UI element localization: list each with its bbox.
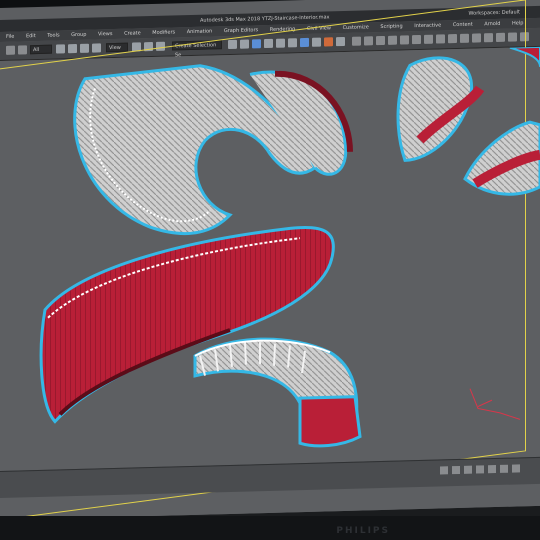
menu-item-file[interactable]: File	[6, 34, 14, 40]
window-title: Autodesk 3ds Max 2018 YTZJ-Staircase-Int…	[200, 14, 330, 24]
select-object-icon[interactable]	[56, 44, 65, 54]
menu-item-graph-editors[interactable]: Graph Editors	[224, 27, 258, 34]
menu-item-views[interactable]: Views	[98, 31, 112, 37]
scale-icon[interactable]	[92, 43, 101, 53]
lower-spiral-flight	[193, 337, 362, 448]
monitor-bottom-bezel: PHILIPS	[0, 516, 540, 540]
main-red-stair-band	[39, 226, 335, 424]
selection-filter-dropdown[interactable]: All	[30, 44, 52, 55]
screen: Autodesk 3ds Max 2018 YTZJ-Staircase-Int…	[0, 0, 540, 520]
menu-item-edit[interactable]: Edit	[26, 33, 36, 39]
move-icon[interactable]	[68, 43, 77, 54]
view-gizmo	[469, 388, 521, 420]
monitor-brand: PHILIPS	[336, 526, 390, 536]
reference-coordinate-dropdown[interactable]: View	[106, 42, 128, 53]
menu-item-group[interactable]: Group	[71, 32, 86, 38]
undo-icon[interactable]	[6, 45, 15, 55]
menu-item-tools[interactable]: Tools	[47, 32, 59, 38]
upper-spiral-flight	[73, 64, 353, 236]
perspective-viewport[interactable]	[0, 0, 540, 520]
staircase-model	[39, 46, 540, 448]
right-spiral-flights	[396, 46, 540, 196]
menu-item-animation[interactable]: Animation	[187, 28, 213, 35]
menu-item-modifiers[interactable]: Modifiers	[152, 29, 175, 36]
redo-icon[interactable]	[18, 45, 27, 55]
menu-item-create[interactable]: Create	[124, 30, 141, 36]
rotate-icon[interactable]	[80, 43, 89, 53]
